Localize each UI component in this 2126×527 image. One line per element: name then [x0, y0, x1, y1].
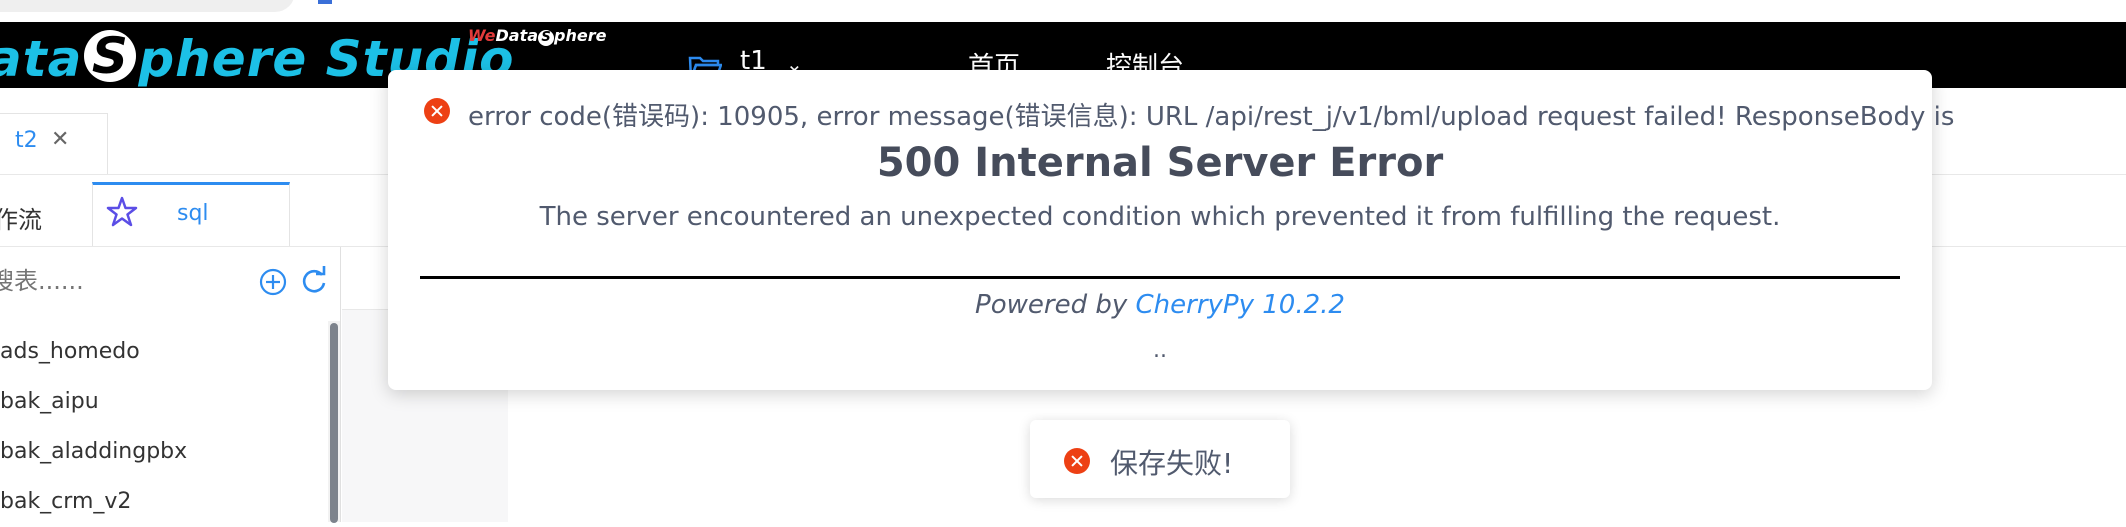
- tab-sql[interactable]: sql: [92, 182, 290, 246]
- logo-prefix: ata: [0, 30, 83, 88]
- toast-message: 保存失败!: [1110, 447, 1234, 480]
- save-failed-toast: 保存失败!: [1030, 420, 1290, 498]
- powered-by-line: Powered by CherryPy 10.2.2: [388, 290, 1932, 320]
- tab-workflow[interactable]: 作流: [0, 200, 42, 235]
- list-item[interactable]: bak_crm_v2: [0, 477, 330, 527]
- error-icon: [1064, 448, 1090, 474]
- logo-s-mark: S: [84, 30, 137, 82]
- data-text: Data: [495, 26, 539, 45]
- tab-sql-label: sql: [177, 201, 209, 226]
- error-message-popup: error code(错误码): 10905, error message(错误…: [388, 70, 1954, 390]
- browser-strip: [0, 0, 2126, 22]
- project-tab-t2[interactable]: t2 ✕: [0, 113, 108, 174]
- list-item[interactable]: bak_aladdingpbx: [0, 427, 330, 477]
- close-icon[interactable]: ✕: [51, 127, 69, 152]
- add-circle-icon[interactable]: [258, 267, 288, 297]
- error-description: The server encountered an unexpected con…: [539, 202, 1781, 232]
- powered-by-text: Powered by: [975, 290, 1128, 320]
- cherrypy-link[interactable]: CherryPy 10.2.2: [1136, 290, 1345, 320]
- phere-text: phere: [554, 26, 607, 45]
- project-tab-label: t2: [15, 128, 38, 153]
- error-icon: [424, 98, 450, 124]
- error-trailing-text: ..: [1153, 338, 1167, 363]
- list-item[interactable]: bak_aipu: [0, 377, 330, 427]
- we-text: We: [468, 26, 496, 45]
- we-s-mark: S: [538, 30, 555, 46]
- error-title: 500 Internal Server Error: [876, 140, 1444, 186]
- error-code-text: error code(错误码): 10905, error message(错误…: [468, 102, 1955, 132]
- list-item[interactable]: ads_homedo: [0, 327, 330, 377]
- star-icon: [106, 196, 138, 227]
- table-search-input[interactable]: [0, 265, 232, 297]
- database-list: ads_homedo bak_aipu bak_aladdingpbx bak_…: [0, 327, 330, 527]
- scrollbar-thumb[interactable]: [330, 323, 338, 523]
- refresh-icon[interactable]: [300, 265, 328, 295]
- database-sidebar: ads_homedo bak_aipu bak_aladdingpbx bak_…: [0, 247, 341, 523]
- wedatasphere-logo: WeData Sphere: [468, 26, 606, 46]
- divider: [420, 276, 1900, 279]
- bookmark-icon: [318, 0, 332, 4]
- address-bar[interactable]: [0, 0, 295, 12]
